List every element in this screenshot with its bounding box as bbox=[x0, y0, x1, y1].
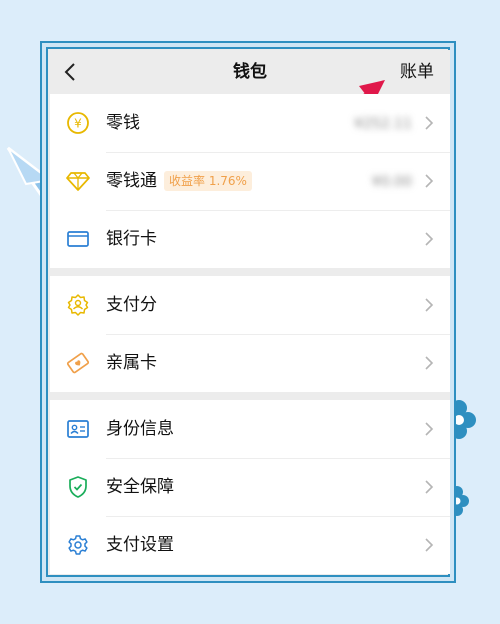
item-label: 零钱 bbox=[106, 113, 140, 133]
nav-bar: 钱包 账单 bbox=[50, 50, 450, 136]
item-label: 亲属卡 bbox=[106, 353, 157, 373]
list-item-change[interactable]: ¥ 零钱 ¥252.11 bbox=[50, 94, 450, 152]
chevron-right-icon bbox=[425, 232, 434, 246]
family-card-icon bbox=[66, 352, 90, 374]
item-label: 安全保障 bbox=[106, 477, 174, 497]
chevron-right-icon bbox=[425, 422, 434, 436]
svg-text:¥: ¥ bbox=[74, 117, 82, 131]
settings-group: 身份信息 安全保障 支付设置 bbox=[50, 400, 450, 574]
bank-card-icon bbox=[67, 231, 89, 247]
list-item-bank-card[interactable]: 银行卡 bbox=[50, 210, 450, 268]
item-value: ¥0.00 bbox=[371, 174, 412, 190]
bill-button[interactable]: 账单 bbox=[400, 50, 434, 94]
item-label: 银行卡 bbox=[106, 229, 157, 249]
chevron-right-icon bbox=[425, 174, 434, 188]
gear-icon bbox=[68, 535, 88, 555]
wallet-screen: 钱包 账单 ¥ 零钱 ¥252.11 零钱通 收益率 1.76% ¥0.00 银… bbox=[50, 50, 450, 574]
list-item-family-card[interactable]: 亲属卡 bbox=[50, 334, 450, 392]
yield-badge: 收益率 1.76% bbox=[164, 171, 252, 191]
diamond-icon bbox=[66, 172, 90, 191]
list-item-pay-settings[interactable]: 支付设置 bbox=[50, 516, 450, 574]
balance-group: ¥ 零钱 ¥252.11 零钱通 收益率 1.76% ¥0.00 银行卡 bbox=[50, 94, 450, 268]
coin-icon: ¥ bbox=[67, 112, 89, 134]
list-item-security[interactable]: 安全保障 bbox=[50, 458, 450, 516]
item-label: 支付分 bbox=[106, 295, 157, 315]
pay-score-icon bbox=[67, 294, 89, 316]
chevron-right-icon bbox=[425, 116, 434, 130]
page-title: 钱包 bbox=[233, 62, 267, 82]
shield-icon bbox=[69, 476, 87, 498]
chevron-right-icon bbox=[425, 356, 434, 370]
back-arrow-icon[interactable] bbox=[60, 60, 82, 84]
item-label: 身份信息 bbox=[106, 419, 174, 439]
item-label: 零钱通 bbox=[106, 171, 157, 191]
services-group: 支付分 亲属卡 bbox=[50, 276, 450, 392]
chevron-right-icon bbox=[425, 538, 434, 552]
list-item-identity[interactable]: 身份信息 bbox=[50, 400, 450, 458]
list-item-pay-score[interactable]: 支付分 bbox=[50, 276, 450, 334]
item-label: 支付设置 bbox=[106, 535, 174, 555]
chevron-right-icon bbox=[425, 298, 434, 312]
id-card-icon bbox=[67, 420, 89, 438]
item-value: ¥252.11 bbox=[354, 116, 412, 132]
chevron-right-icon bbox=[425, 480, 434, 494]
list-item-change-pass[interactable]: 零钱通 收益率 1.76% ¥0.00 bbox=[50, 152, 450, 210]
